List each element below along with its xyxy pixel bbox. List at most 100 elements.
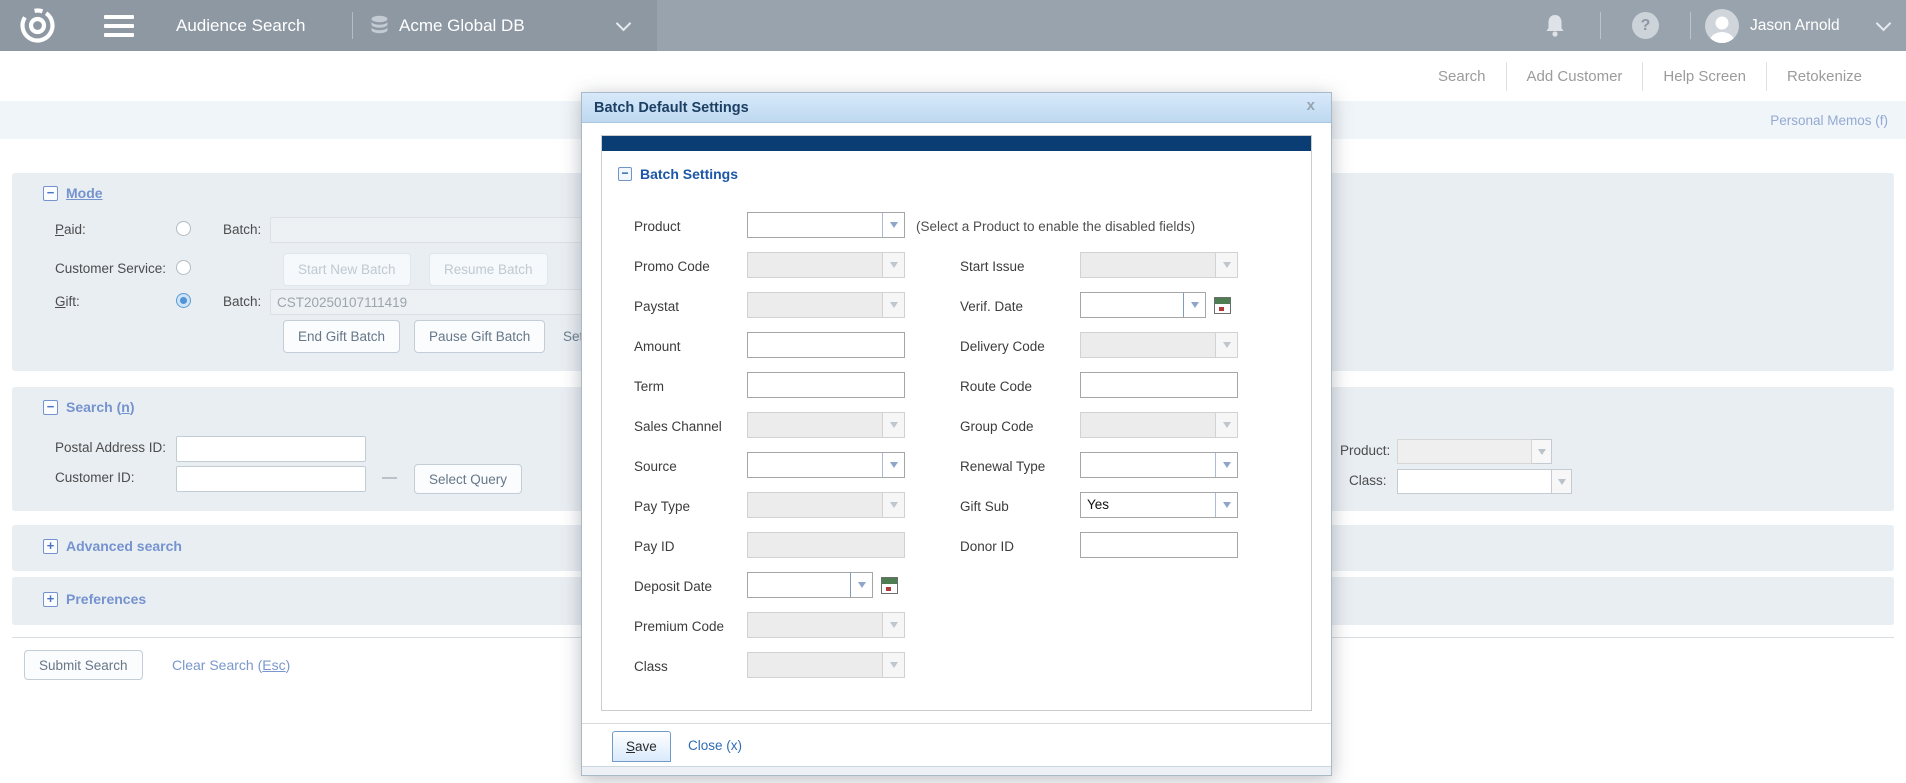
- paystat-dropdown-arrow-icon[interactable]: [882, 293, 904, 317]
- class-dropdown[interactable]: [1397, 469, 1572, 494]
- quicklink-search[interactable]: Search: [1418, 62, 1506, 91]
- navbar-separator: [1600, 12, 1601, 39]
- form-row: Pay IDDonor ID: [602, 532, 1311, 572]
- product-dropdown[interactable]: [747, 212, 905, 238]
- preferences-header[interactable]: + Preferences: [43, 591, 146, 607]
- gift-radio[interactable]: [176, 293, 191, 308]
- collapse-minus-icon[interactable]: −: [43, 400, 58, 415]
- quicklink-retokenize[interactable]: Retokenize: [1766, 62, 1882, 91]
- promo-code-dropdown[interactable]: [747, 252, 905, 278]
- gift-batch-input[interactable]: [270, 289, 592, 315]
- paystat-dropdown[interactable]: [747, 292, 905, 318]
- dialog-close-icon[interactable]: x: [1307, 97, 1315, 114]
- class-dropdown-value: [1397, 469, 1552, 494]
- pay-id-field: [747, 532, 905, 558]
- deposit-date-dropdown-arrow-icon[interactable]: [850, 573, 872, 597]
- donor-id-input[interactable]: [1080, 532, 1238, 558]
- select-query-button[interactable]: Select Query: [414, 464, 522, 494]
- form-row: Product(Select a Product to enable the d…: [602, 212, 1311, 252]
- personal-memos-link[interactable]: Personal Memos (f): [1770, 113, 1888, 128]
- expand-plus-icon[interactable]: +: [43, 592, 58, 607]
- deposit-date-dropdown[interactable]: [747, 572, 873, 598]
- form-row: TermRoute Code: [602, 372, 1311, 412]
- range-dash: —: [382, 469, 397, 486]
- route-code-input[interactable]: [1080, 372, 1238, 398]
- gift-sub-dropdown[interactable]: Yes: [1080, 492, 1238, 518]
- hamburger-menu-icon[interactable]: [102, 0, 136, 51]
- user-name[interactable]: Jason Arnold: [1750, 0, 1840, 51]
- database-chevron-icon[interactable]: [618, 0, 629, 51]
- pause-gift-batch-button[interactable]: Pause Gift Batch: [414, 320, 545, 353]
- verif-date-dropdown-arrow-icon[interactable]: [1183, 293, 1205, 317]
- renewal-type-dropdown-arrow-icon[interactable]: [1215, 453, 1237, 477]
- collapse-minus-icon[interactable]: −: [618, 167, 632, 181]
- verif-date-calendar-icon[interactable]: [1214, 297, 1231, 314]
- gift-batch-label: Batch:: [223, 294, 261, 309]
- renewal-type-dropdown[interactable]: [1080, 452, 1238, 478]
- term-field: [747, 372, 905, 398]
- paid-batch-input[interactable]: [270, 217, 592, 243]
- delivery-code-label: Delivery Code: [960, 339, 1045, 354]
- start-issue-dropdown-arrow-icon[interactable]: [1215, 253, 1237, 277]
- batch-default-settings-dialog: Batch Default Settings x − Batch Setting…: [581, 92, 1332, 776]
- hamburger-bar: [104, 33, 134, 37]
- deposit-date-calendar-icon[interactable]: [881, 577, 898, 594]
- product-dropdown[interactable]: [1397, 439, 1552, 464]
- premium-code-dropdown[interactable]: [747, 612, 905, 638]
- advanced-search-header[interactable]: + Advanced search: [43, 538, 182, 554]
- start-issue-dropdown[interactable]: [1080, 252, 1238, 278]
- submit-search-button[interactable]: Submit Search: [24, 650, 143, 680]
- quicklink-add-customer[interactable]: Add Customer: [1506, 62, 1643, 91]
- customer-service-radio[interactable]: [176, 260, 191, 275]
- paid-radio[interactable]: [176, 221, 191, 236]
- collapse-minus-icon[interactable]: −: [43, 186, 58, 201]
- notifications-bell-icon[interactable]: [1543, 0, 1567, 51]
- start-new-batch-button[interactable]: Start New Batch: [283, 253, 411, 286]
- user-avatar[interactable]: [1705, 9, 1739, 43]
- quicklink-help-screen[interactable]: Help Screen: [1642, 62, 1766, 91]
- expand-plus-icon[interactable]: +: [43, 539, 58, 554]
- paid-batch-label: Batch:: [223, 222, 261, 237]
- end-gift-batch-button[interactable]: End Gift Batch: [283, 320, 400, 353]
- delivery-code-dropdown[interactable]: [1080, 332, 1238, 358]
- search-section-header[interactable]: − Search (n): [43, 399, 134, 415]
- database-selector[interactable]: Acme Global DB: [370, 0, 525, 51]
- product-dropdown-arrow-icon[interactable]: [1532, 439, 1552, 464]
- resume-batch-button[interactable]: Resume Batch: [429, 253, 548, 286]
- premium-code-dropdown-arrow-icon[interactable]: [882, 613, 904, 637]
- help-icon[interactable]: ?: [1632, 12, 1659, 39]
- mode-section-header[interactable]: − Mode: [43, 185, 103, 201]
- delivery-code-dropdown-arrow-icon[interactable]: [1215, 333, 1237, 357]
- pay-type-dropdown[interactable]: [747, 492, 905, 518]
- promo-code-dropdown-arrow-icon[interactable]: [882, 253, 904, 277]
- verif-date-value: [1081, 293, 1183, 317]
- pay-type-dropdown-arrow-icon[interactable]: [882, 493, 904, 517]
- verif-date-dropdown[interactable]: [1080, 292, 1206, 318]
- batch-settings-container: − Batch Settings Product(Select a Produc…: [601, 135, 1312, 711]
- class-dropdown[interactable]: [747, 652, 905, 678]
- pay-id-input[interactable]: [747, 532, 905, 558]
- product-dropdown-arrow-icon[interactable]: [882, 213, 904, 237]
- postal-address-id-input[interactable]: [176, 436, 366, 462]
- source-dropdown-arrow-icon[interactable]: [882, 453, 904, 477]
- customer-id-input[interactable]: [176, 466, 366, 492]
- app-logo-icon[interactable]: [17, 0, 58, 51]
- amount-input[interactable]: [747, 332, 905, 358]
- class-dropdown-arrow-icon[interactable]: [882, 653, 904, 677]
- group-code-label: Group Code: [960, 419, 1034, 434]
- dialog-titlebar[interactable]: Batch Default Settings x: [582, 93, 1331, 123]
- class-dropdown-arrow-icon[interactable]: [1552, 469, 1572, 494]
- group-code-dropdown[interactable]: [1080, 412, 1238, 438]
- batch-settings-header[interactable]: − Batch Settings: [618, 166, 738, 182]
- clear-search-link[interactable]: Clear Search (Esc): [172, 657, 290, 673]
- group-code-dropdown-arrow-icon[interactable]: [1215, 413, 1237, 437]
- source-dropdown[interactable]: [747, 452, 905, 478]
- sales-channel-dropdown-arrow-icon[interactable]: [882, 413, 904, 437]
- class-label: Class: [634, 659, 668, 674]
- term-input[interactable]: [747, 372, 905, 398]
- save-button[interactable]: Save: [612, 731, 671, 762]
- close-link[interactable]: Close (x): [688, 738, 742, 753]
- user-menu-chevron-icon[interactable]: [1878, 0, 1889, 51]
- gift-sub-dropdown-arrow-icon[interactable]: [1215, 493, 1237, 517]
- sales-channel-dropdown[interactable]: [747, 412, 905, 438]
